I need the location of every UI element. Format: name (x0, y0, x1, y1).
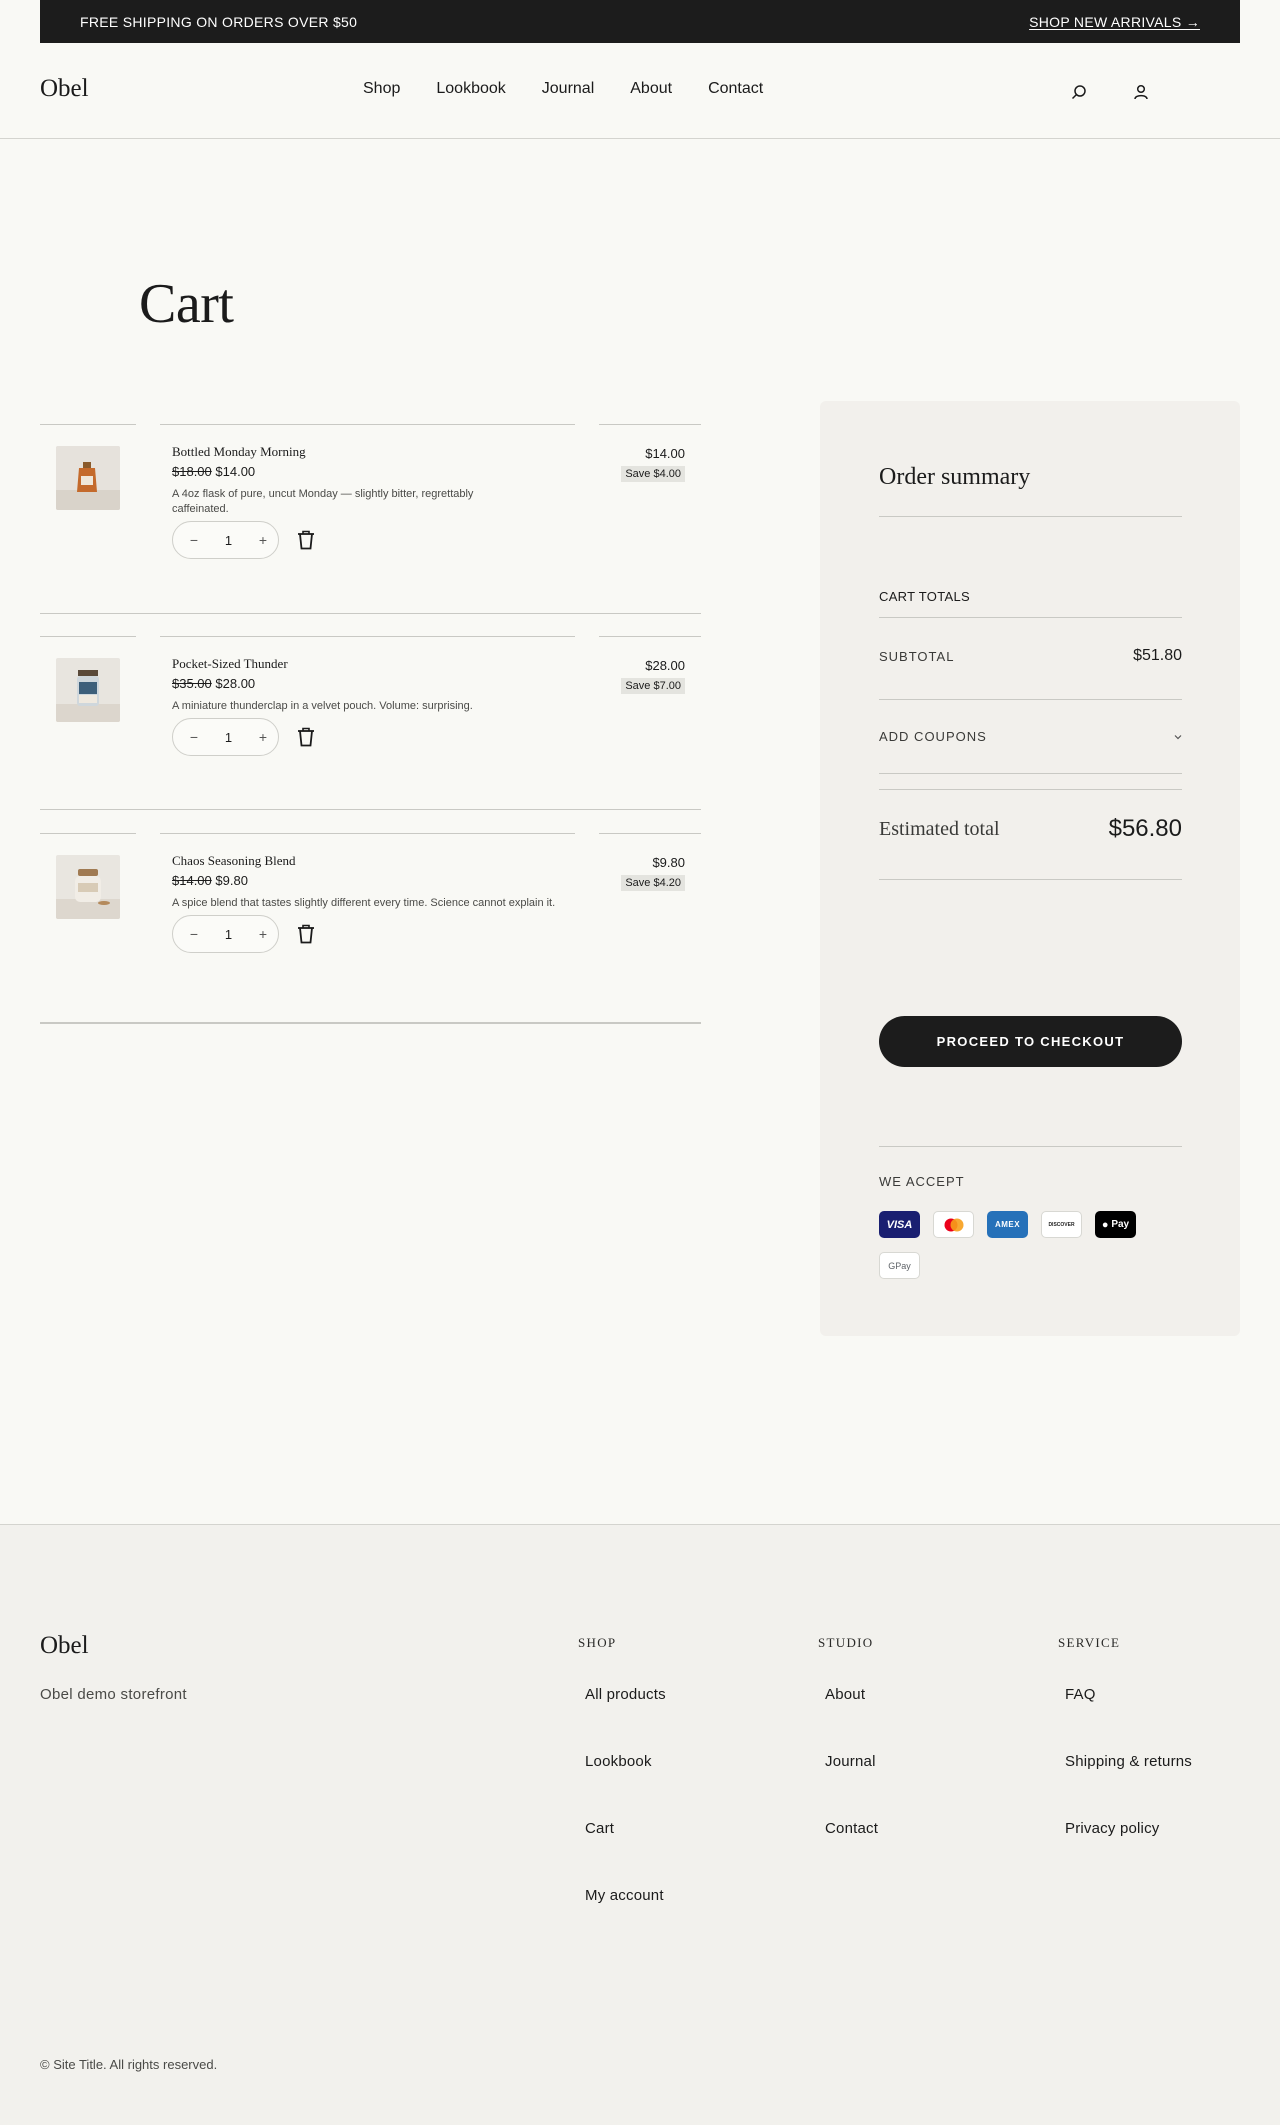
sale-price: $9.80 (215, 873, 248, 888)
footer-column-studio: STUDIO About Journal Contact (818, 1635, 878, 1887)
footer-link-lookbook[interactable]: Lookbook (585, 1753, 666, 1820)
line-total: $14.00 (645, 446, 685, 461)
footer-link-faq[interactable]: FAQ (1065, 1686, 1192, 1753)
add-coupons-toggle[interactable]: ADD COUPONS (879, 727, 1182, 745)
savings-badge: Save $4.00 (621, 466, 685, 482)
footer-link-all-products[interactable]: All products (585, 1686, 666, 1753)
footer-link-privacy-policy[interactable]: Privacy policy (1065, 1820, 1192, 1887)
footer-heading: SERVICE (1058, 1635, 1121, 1650)
footer-heading: STUDIO (818, 1635, 874, 1650)
cart-item: Pocket-Sized Thunder $35.00 $28.00 A min… (40, 636, 701, 809)
site-logo[interactable]: Obel (40, 75, 89, 103)
product-image[interactable] (56, 446, 120, 510)
cart-item: Chaos Seasoning Blend $14.00 $9.80 A spi… (40, 833, 701, 1023)
quantity-value[interactable]: 1 (225, 927, 232, 942)
increase-quantity-button[interactable]: + (256, 926, 270, 942)
payment-methods: VISA AMEX DISCOVER ● Pay GPay (879, 1211, 1139, 1279)
nav-contact[interactable]: Contact (708, 80, 763, 98)
subtotal-value: $51.80 (1133, 647, 1182, 664)
product-image[interactable] (56, 855, 120, 919)
product-price: $18.00 $14.00 (172, 464, 572, 479)
savings-badge: Save $4.20 (621, 875, 685, 891)
footer-column-shop: SHOP All products Lookbook Cart My accou… (578, 1635, 666, 1954)
nav-about[interactable]: About (630, 80, 672, 98)
decrease-quantity-button[interactable]: − (187, 926, 201, 942)
line-total: $9.80 (652, 855, 685, 870)
product-description: A 4oz flask of pure, uncut Monday — slig… (172, 488, 474, 515)
site-header: Obel Shop Lookbook Journal About Contact (0, 43, 1280, 139)
estimated-total-label: Estimated total (879, 817, 1000, 840)
product-image[interactable] (56, 658, 120, 722)
main-nav: Shop Lookbook Journal About Contact (363, 80, 763, 98)
add-coupons-label: ADD COUPONS (879, 728, 987, 744)
footer-column-service: SERVICE FAQ Shipping & returns Privacy p… (1058, 1635, 1192, 1887)
footer-link-contact[interactable]: Contact (825, 1820, 878, 1887)
nav-journal[interactable]: Journal (542, 80, 594, 98)
quantity-value[interactable]: 1 (225, 730, 232, 745)
footer-link-about[interactable]: About (825, 1686, 878, 1753)
sale-price: $14.00 (215, 464, 256, 479)
order-summary-title: Order summary (879, 464, 1031, 490)
original-price: $18.00 (172, 464, 212, 479)
estimated-total-value: $56.80 (1108, 815, 1182, 842)
quantity-value[interactable]: 1 (225, 533, 232, 548)
decrease-quantity-button[interactable]: − (187, 532, 201, 548)
page-title: Cart (139, 273, 234, 335)
proceed-to-checkout-button[interactable]: PROCEED TO CHECKOUT (879, 1016, 1182, 1067)
product-name[interactable]: Chaos Seasoning Blend (172, 853, 572, 869)
announcement-bar: FREE SHIPPING ON ORDERS OVER $50 SHOP NE… (40, 0, 1240, 43)
product-name[interactable]: Bottled Monday Morning (172, 444, 572, 460)
cart-item: Bottled Monday Morning $18.00 $14.00 A 4… (40, 424, 701, 614)
footer-link-my-account[interactable]: My account (585, 1887, 666, 1954)
product-price: $14.00 $9.80 (172, 873, 572, 888)
quantity-stepper: − 1 + (172, 521, 279, 559)
trash-icon[interactable] (297, 727, 315, 747)
copyright: © Site Title. All rights reserved. (40, 2057, 218, 2072)
sale-price: $28.00 (215, 676, 256, 691)
cart-totals-heading: CART TOTALS (879, 589, 970, 604)
subtotal-label: SUBTOTAL (879, 648, 955, 664)
footer-link-shipping-returns[interactable]: Shipping & returns (1065, 1753, 1192, 1820)
search-icon[interactable] (1068, 81, 1090, 103)
we-accept-label: WE ACCEPT (879, 1174, 965, 1189)
subtotal-row: SUBTOTAL $51.80 (879, 647, 1182, 665)
original-price: $35.00 (172, 676, 212, 691)
product-price: $35.00 $28.00 (172, 676, 572, 691)
apple-pay-icon: ● Pay (1095, 1211, 1136, 1238)
site-footer: Obel Obel demo storefront SHOP All produ… (0, 1524, 1280, 2125)
footer-link-journal[interactable]: Journal (825, 1753, 878, 1820)
footer-link-cart[interactable]: Cart (585, 1820, 666, 1887)
trash-icon[interactable] (297, 924, 315, 944)
shop-new-arrivals-link[interactable]: SHOP NEW ARRIVALS → (1029, 14, 1200, 30)
quantity-stepper: − 1 + (172, 915, 279, 953)
product-name[interactable]: Pocket-Sized Thunder (172, 656, 572, 672)
footer-logo[interactable]: Obel (40, 1632, 89, 1660)
visa-icon: VISA (879, 1211, 920, 1238)
footer-tagline: Obel demo storefront (40, 1686, 187, 1703)
announcement-text: FREE SHIPPING ON ORDERS OVER $50 (80, 13, 358, 30)
decrease-quantity-button[interactable]: − (187, 729, 201, 745)
increase-quantity-button[interactable]: + (256, 532, 270, 548)
discover-icon: DISCOVER (1041, 1211, 1082, 1238)
footer-heading: SHOP (578, 1635, 617, 1650)
nav-shop[interactable]: Shop (363, 80, 400, 98)
product-description: A miniature thunderclap in a velvet pouc… (172, 700, 473, 712)
order-summary: Order summary CART TOTALS SUBTOTAL $51.8… (820, 401, 1240, 1336)
product-description: A spice blend that tastes slightly diffe… (172, 897, 556, 909)
google-pay-icon: GPay (879, 1252, 920, 1279)
account-icon[interactable] (1130, 81, 1152, 103)
original-price: $14.00 (172, 873, 212, 888)
increase-quantity-button[interactable]: + (256, 729, 270, 745)
trash-icon[interactable] (297, 530, 315, 550)
savings-badge: Save $7.00 (621, 678, 685, 694)
amex-icon: AMEX (987, 1211, 1028, 1238)
chevron-down-icon (1174, 727, 1182, 745)
line-total: $28.00 (645, 658, 685, 673)
nav-lookbook[interactable]: Lookbook (436, 80, 505, 98)
quantity-stepper: − 1 + (172, 718, 279, 756)
estimated-total-row: Estimated total $56.80 (879, 815, 1182, 843)
mastercard-icon (933, 1211, 974, 1238)
